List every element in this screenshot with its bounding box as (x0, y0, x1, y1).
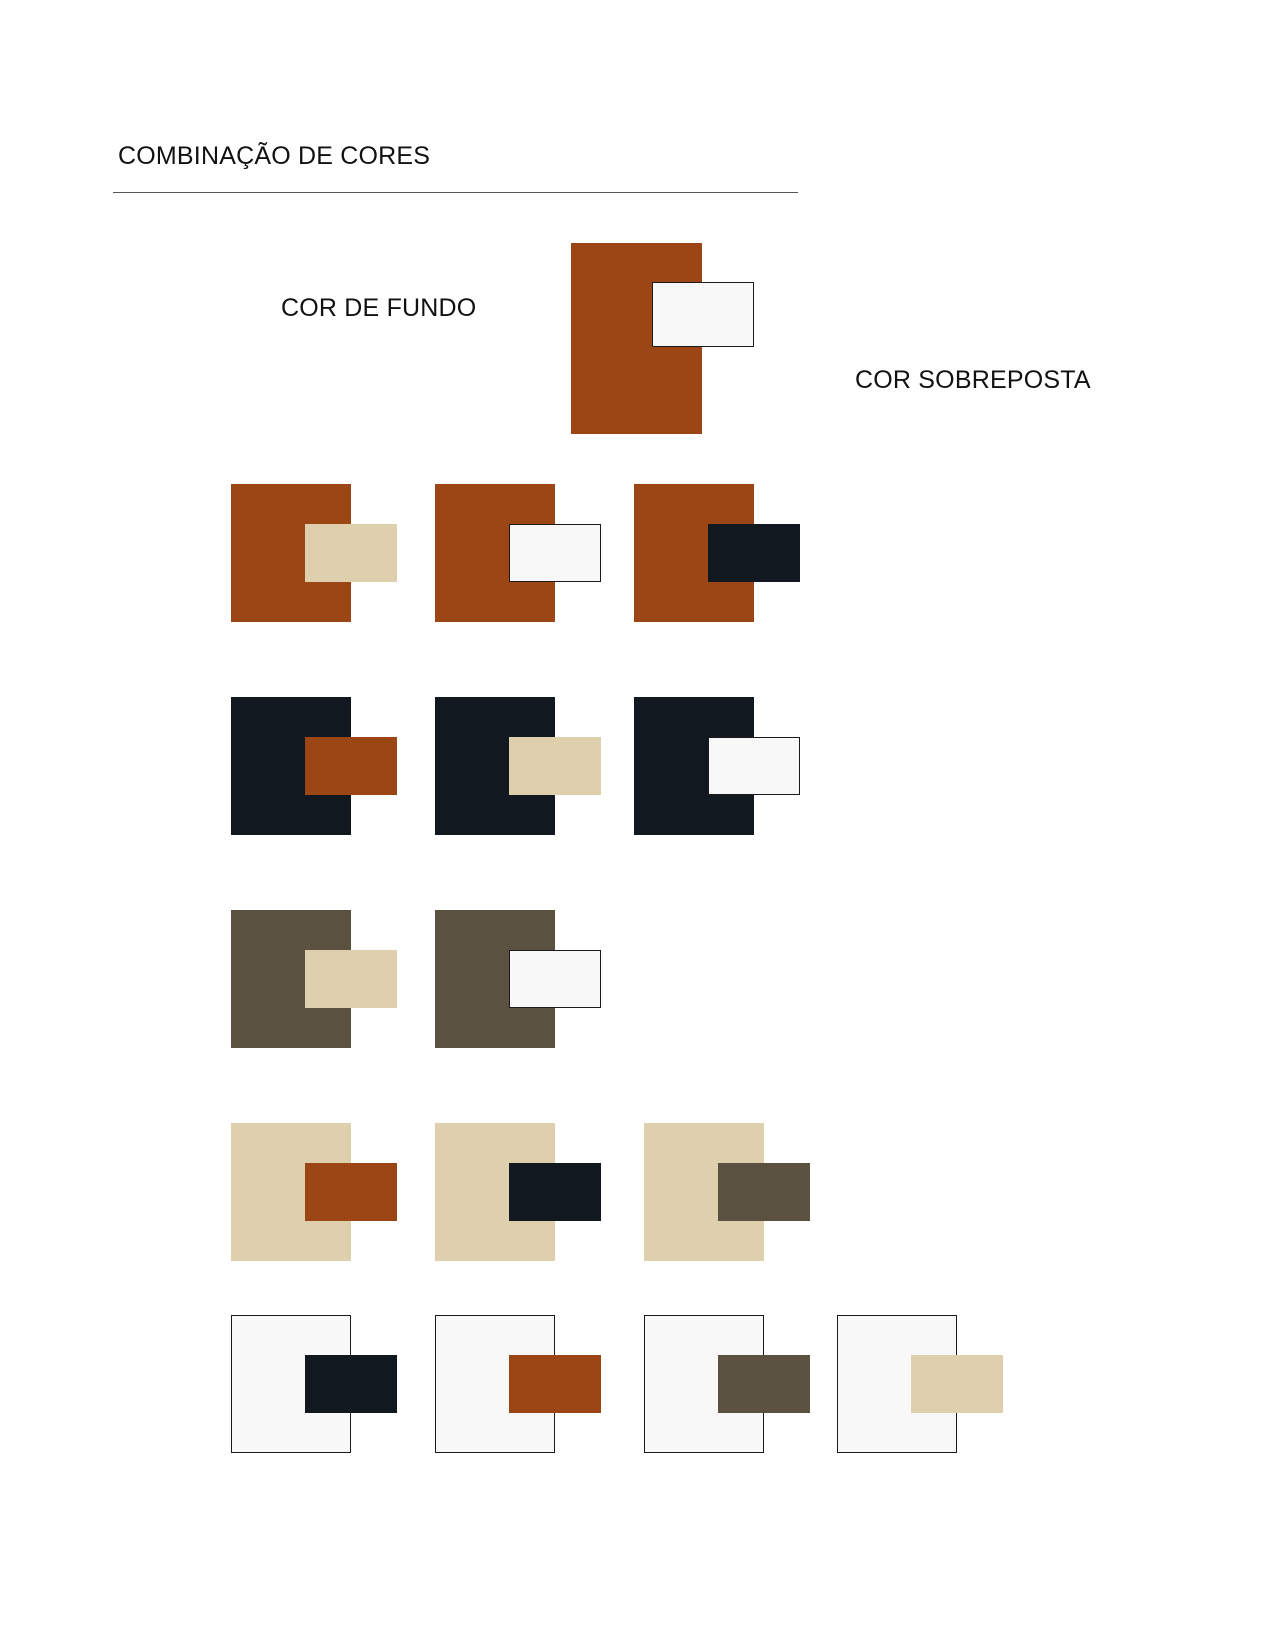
combination-swatch (435, 697, 601, 835)
combination-swatch (231, 697, 397, 835)
combination-swatch (634, 697, 800, 835)
combination-swatch (231, 1123, 397, 1261)
overlay-block (305, 950, 397, 1008)
combination-swatch (435, 484, 601, 622)
overlay-block (509, 524, 601, 582)
combination-swatch (435, 910, 601, 1048)
overlay-block (718, 1163, 810, 1221)
overlay-color-label: COR SOBREPOSTA (855, 366, 1091, 394)
combination-swatch (837, 1315, 1003, 1453)
combination-swatch (644, 1315, 810, 1453)
combination-swatch (231, 1315, 397, 1453)
combination-swatch (435, 1315, 601, 1453)
overlay-block (911, 1355, 1003, 1413)
combination-swatch (435, 1123, 601, 1261)
combination-swatch (231, 484, 397, 622)
overlay-block (509, 950, 601, 1008)
overlay-block (509, 1355, 601, 1413)
overlay-block (708, 737, 800, 795)
overlay-block (718, 1355, 810, 1413)
overlay-block (509, 737, 601, 795)
page-title: COMBINAÇÃO DE CORES (118, 142, 431, 170)
overlay-block (305, 1355, 397, 1413)
background-color-label: COR DE FUNDO (281, 294, 477, 322)
legend-overlay-block (652, 282, 754, 347)
combination-swatch (634, 484, 800, 622)
overlay-block (708, 524, 800, 582)
title-divider (113, 192, 798, 193)
overlay-block (305, 524, 397, 582)
combination-swatch (644, 1123, 810, 1261)
legend-swatch (571, 243, 754, 434)
overlay-block (305, 1163, 397, 1221)
overlay-block (305, 737, 397, 795)
overlay-block (509, 1163, 601, 1221)
combination-swatch (231, 910, 397, 1048)
